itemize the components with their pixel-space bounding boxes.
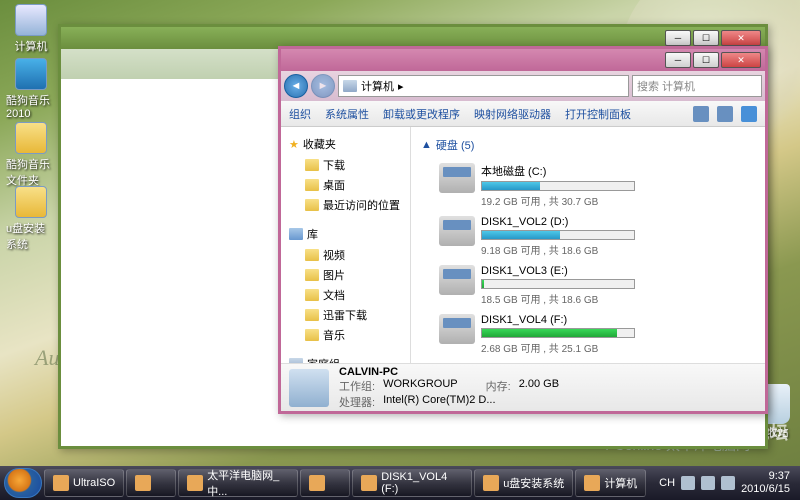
drive-item[interactable]: 本地磁盘 (C:)19.2 GB 可用 , 共 30.7 GB: [437, 161, 637, 210]
nav-downloads[interactable]: 下载: [281, 155, 410, 175]
organize-menu[interactable]: 组织: [289, 106, 311, 122]
tray-icon[interactable]: [681, 476, 695, 490]
desktop-icon-kugou-folder[interactable]: 酷狗音乐文件夹: [6, 122, 56, 188]
taskbar-button[interactable]: [126, 469, 176, 497]
taskbar-button[interactable]: [300, 469, 350, 497]
drive-icon: [439, 314, 475, 344]
desktop-icon-kugou[interactable]: 酷狗音乐2010: [6, 58, 56, 120]
nav-music[interactable]: 音乐: [281, 325, 410, 345]
minimize-button[interactable]: ─: [665, 52, 691, 68]
nav-favorites[interactable]: ★收藏夹: [281, 133, 410, 155]
taskbar[interactable]: UltraISO 太平洋电脑网_中... DISK1_VOL4 (F:)u盘安装系统…: [0, 466, 800, 500]
nav-pane[interactable]: ★收藏夹 下载 桌面 最近访问的位置 库 视频 图片 文档 迅雷下载 音乐 家庭…: [281, 127, 411, 363]
help-icon[interactable]: [741, 106, 757, 122]
star-icon: ★: [289, 138, 299, 151]
view-icon[interactable]: [693, 106, 709, 122]
lang-indicator[interactable]: CH: [659, 477, 675, 489]
taskbar-button[interactable]: 太平洋电脑网_中...: [178, 469, 298, 497]
explorer-window[interactable]: ─ ☐ ✕ ◄ ► 计算机▸ 搜索 计算机 组织 系统属性 卸载或更改程序 映射…: [278, 46, 768, 414]
address-bar[interactable]: 计算机▸: [338, 75, 629, 97]
taskbar-button[interactable]: 计算机: [575, 469, 646, 497]
desktop-icon-usb-install[interactable]: u盘安装系统: [6, 186, 56, 252]
tray-network-icon[interactable]: [721, 476, 735, 490]
map-drive-button[interactable]: 映射网络驱动器: [474, 106, 551, 122]
back-button[interactable]: ◄: [284, 74, 308, 98]
nav-documents[interactable]: 文档: [281, 285, 410, 305]
computer-icon: [343, 80, 357, 92]
clock[interactable]: 9:372010/6/15: [741, 470, 790, 496]
address-bar-row: ◄ ► 计算机▸ 搜索 计算机: [281, 71, 765, 101]
nav-thunder[interactable]: 迅雷下载: [281, 305, 410, 325]
taskbar-button[interactable]: DISK1_VOL4 (F:): [352, 469, 472, 497]
section-hdd[interactable]: ▲ 硬盘 (5): [421, 133, 755, 157]
computer-name: CALVIN-PC: [339, 366, 559, 378]
system-tray[interactable]: CH 9:372010/6/15: [659, 470, 796, 496]
titlebar[interactable]: ─ ☐ ✕: [281, 49, 765, 71]
taskbar-button[interactable]: UltraISO: [44, 469, 124, 497]
close-button[interactable]: ✕: [721, 30, 761, 46]
drive-icon: [439, 265, 475, 295]
nav-pictures[interactable]: 图片: [281, 265, 410, 285]
forward-button[interactable]: ►: [311, 74, 335, 98]
content-pane[interactable]: ▲ 硬盘 (5) 本地磁盘 (C:)19.2 GB 可用 , 共 30.7 GB…: [411, 127, 765, 363]
maximize-button[interactable]: ☐: [693, 30, 719, 46]
control-panel-button[interactable]: 打开控制面板: [565, 106, 631, 122]
tray-volume-icon[interactable]: [701, 476, 715, 490]
close-button[interactable]: ✕: [721, 52, 761, 68]
toolbar: 组织 系统属性 卸载或更改程序 映射网络驱动器 打开控制面板: [281, 101, 765, 127]
nav-homegroup[interactable]: 家庭组: [281, 353, 410, 363]
nav-libraries[interactable]: 库: [281, 223, 410, 245]
drive-item[interactable]: DISK1_VOL2 (D:)9.18 GB 可用 , 共 18.6 GB: [437, 214, 637, 259]
start-button[interactable]: [4, 468, 42, 498]
taskbar-button[interactable]: u盘安装系统: [474, 469, 573, 497]
minimize-button[interactable]: ─: [665, 30, 691, 46]
system-props-button[interactable]: 系统属性: [325, 106, 369, 122]
preview-icon[interactable]: [717, 106, 733, 122]
nav-desktop[interactable]: 桌面: [281, 175, 410, 195]
uninstall-button[interactable]: 卸载或更改程序: [383, 106, 460, 122]
nav-videos[interactable]: 视频: [281, 245, 410, 265]
drive-item[interactable]: DISK1_VOL3 (E:)18.5 GB 可用 , 共 18.6 GB: [437, 263, 637, 308]
nav-recent[interactable]: 最近访问的位置: [281, 195, 410, 215]
maximize-button[interactable]: ☐: [693, 52, 719, 68]
drive-item[interactable]: DISK1_VOL4 (F:)2.68 GB 可用 , 共 25.1 GB: [437, 312, 637, 357]
drive-icon: [439, 216, 475, 246]
drive-icon: [439, 163, 475, 193]
details-pane: CALVIN-PC 工作组:WORKGROUP内存:2.00 GB 处理器:In…: [281, 363, 765, 411]
search-input[interactable]: 搜索 计算机: [632, 75, 762, 97]
computer-large-icon: [289, 369, 329, 407]
desktop-icon-computer[interactable]: 计算机: [6, 4, 56, 54]
